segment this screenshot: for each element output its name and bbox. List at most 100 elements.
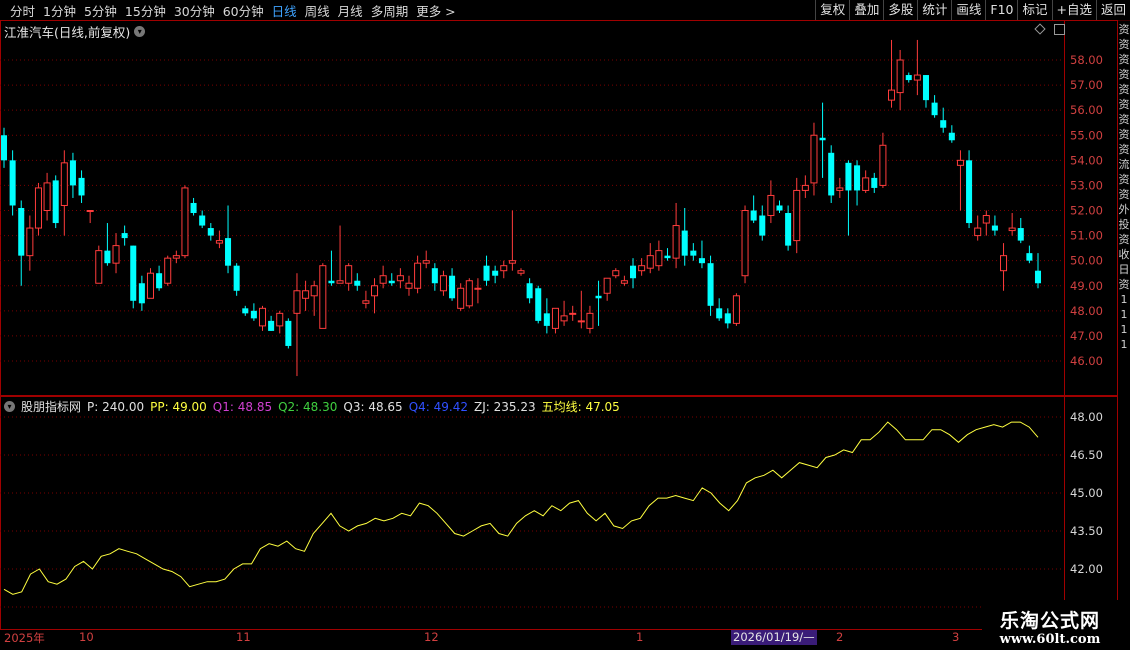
candle xyxy=(9,150,16,216)
indicator-value: Q4: 49.42 xyxy=(408,399,468,414)
chevron-down-icon[interactable]: ▾ xyxy=(4,401,15,412)
candle xyxy=(431,263,438,291)
candle xyxy=(612,268,620,279)
candle xyxy=(328,250,335,286)
candle xyxy=(896,49,904,111)
candle xyxy=(285,318,292,349)
candle xyxy=(888,39,896,108)
candle xyxy=(638,258,646,276)
candle-body xyxy=(78,177,85,196)
strip-char: 外 xyxy=(1118,203,1130,216)
stock-title-bar: 江淮汽车(日线,前复权) ▾ xyxy=(4,22,146,41)
candle-body xyxy=(896,59,904,94)
candle-body xyxy=(215,240,223,244)
candle xyxy=(526,278,533,304)
candle xyxy=(707,255,714,316)
candle-body xyxy=(138,283,145,304)
price-tick-label: 51.00 xyxy=(1070,229,1103,243)
watermark: 乐淘公式网 www.60lt.com xyxy=(982,600,1118,650)
candle-body xyxy=(302,290,310,299)
candle-body xyxy=(828,152,835,196)
chevron-down-icon[interactable]: ▾ xyxy=(134,26,146,37)
candle-body xyxy=(345,265,353,284)
candle xyxy=(0,127,8,168)
strip-char: 1 xyxy=(1120,308,1128,321)
diamond-icon[interactable] xyxy=(1034,23,1046,35)
candle xyxy=(922,75,929,108)
candle xyxy=(836,177,844,198)
candle xyxy=(931,95,938,118)
candle-body xyxy=(931,102,938,116)
candle-body xyxy=(741,210,749,277)
indicator-value: Q1: 48.85 xyxy=(212,399,273,414)
date-tick-label: 11 xyxy=(236,630,251,644)
candle-body xyxy=(328,280,335,284)
ma5-line xyxy=(3,421,1039,595)
candle xyxy=(354,273,361,291)
candle xyxy=(905,72,912,83)
candle-body xyxy=(293,290,301,314)
candle xyxy=(207,223,214,241)
candle-body xyxy=(603,277,611,294)
price-tick-label: 47.00 xyxy=(1070,329,1103,343)
strip-char: 资 xyxy=(1118,173,1130,186)
candle xyxy=(724,308,731,329)
candle xyxy=(225,205,232,274)
candle-body xyxy=(551,307,559,329)
candle-body xyxy=(569,312,577,315)
candle xyxy=(569,305,577,321)
candle-body xyxy=(181,187,189,257)
indicator-name[interactable]: 股朋指标网 xyxy=(21,398,81,415)
indicator-tick-label: 43.50 xyxy=(1070,524,1103,538)
candle xyxy=(543,298,550,334)
indicator-tick-label: 46.50 xyxy=(1070,448,1103,462)
price-axis-labels: 58.00 57.00 56.00 55.00 54.00 53.00 52.00 51.00… xyxy=(1070,53,1103,368)
candle xyxy=(991,215,998,236)
candle xyxy=(551,307,559,334)
candle xyxy=(690,243,697,261)
candle-body xyxy=(732,295,740,324)
candle-body xyxy=(785,213,792,246)
candle-body xyxy=(1008,227,1016,232)
strip-char: 流 xyxy=(1118,158,1130,171)
price-tick-label: 48.00 xyxy=(1070,304,1103,318)
candle-body xyxy=(620,280,628,284)
candle-body xyxy=(500,265,508,272)
candle-body xyxy=(362,300,370,304)
candle-body xyxy=(517,270,525,274)
price-tick-label: 49.00 xyxy=(1070,279,1103,293)
candle xyxy=(138,275,145,311)
candle-body xyxy=(414,262,422,289)
candle-body xyxy=(207,228,214,236)
strip-char: 资 xyxy=(1118,143,1130,156)
strip-char: 资 xyxy=(1118,128,1130,141)
candle xyxy=(26,215,34,271)
candle-body xyxy=(69,160,76,186)
indicator-tick-label: 45.00 xyxy=(1070,486,1103,500)
candle-body xyxy=(52,180,59,224)
candle xyxy=(268,315,275,331)
candle-body xyxy=(879,144,887,186)
candle-body xyxy=(268,320,275,331)
candle-body xyxy=(146,272,154,299)
candle xyxy=(104,223,111,266)
maximize-icon[interactable] xyxy=(1054,24,1065,35)
candle xyxy=(681,207,688,266)
candle-body xyxy=(199,215,206,226)
kline-chart[interactable]: 58.00 57.00 56.00 55.00 54.00 53.00 52.00 51.00… xyxy=(0,0,1130,650)
candle xyxy=(371,278,379,314)
candle xyxy=(43,172,51,221)
candle-body xyxy=(130,245,137,301)
candle xyxy=(767,180,775,224)
candle-body xyxy=(319,265,327,329)
candle-body xyxy=(716,308,723,319)
candle-body xyxy=(913,74,921,81)
candle-body xyxy=(457,287,465,309)
date-cursor-label: 2026/01/19/— xyxy=(731,630,817,645)
date-tick-label: 10 xyxy=(79,630,94,644)
candle-body xyxy=(1026,253,1033,261)
candle-body xyxy=(535,288,542,321)
price-tick-label: 57.00 xyxy=(1070,78,1103,92)
candle xyxy=(716,298,723,321)
candle xyxy=(672,202,680,269)
